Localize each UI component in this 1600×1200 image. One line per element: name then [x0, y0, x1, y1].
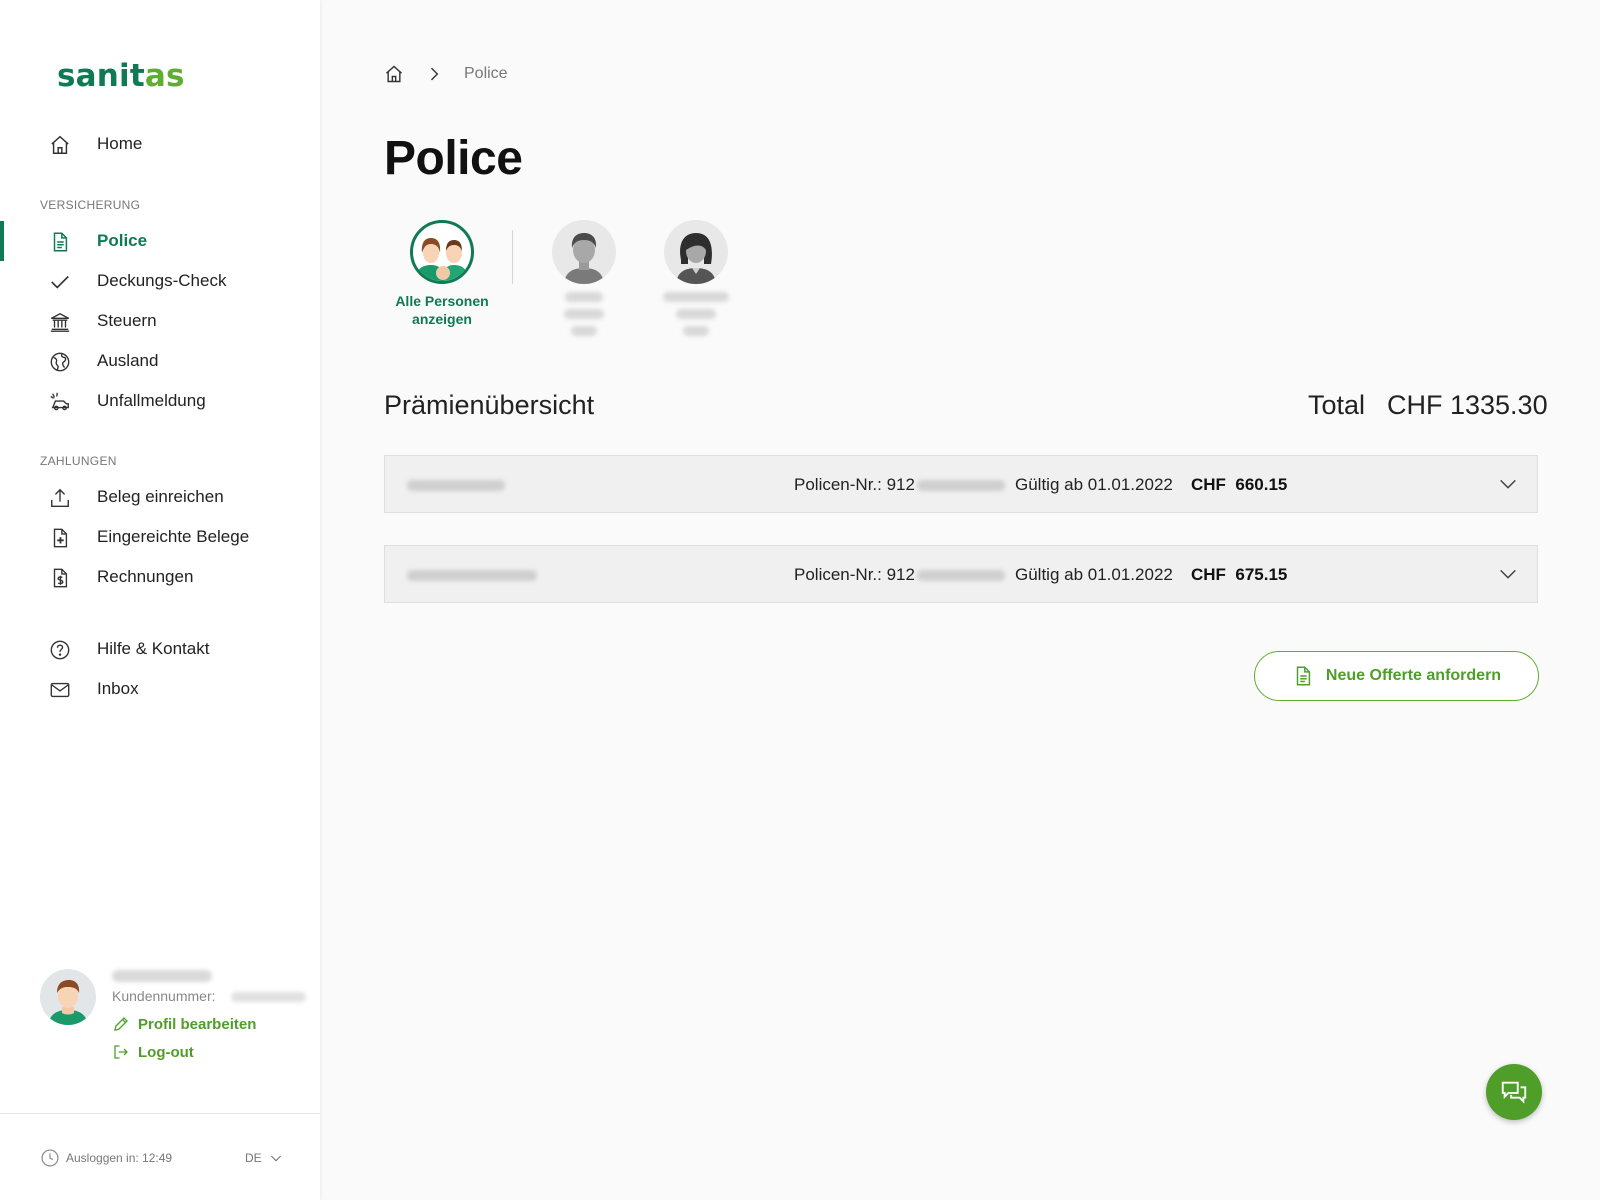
- invoice-icon: [48, 566, 72, 590]
- sidebar-item-beleg-einreichen[interactable]: Beleg einreichen: [0, 477, 320, 517]
- sidebar-item-label: Police: [97, 231, 148, 250]
- profile-name-redacted: [112, 970, 212, 982]
- logout-timer-text: Ausloggen in: 12:49: [66, 1151, 173, 1165]
- person-avatar: [664, 220, 728, 284]
- breadcrumb-current: Police: [464, 65, 508, 82]
- sidebar-item-police[interactable]: Police: [0, 221, 320, 261]
- sidebar-item-label: Home: [97, 134, 143, 153]
- mail-icon: [48, 678, 72, 702]
- person-name-redacted: [663, 292, 729, 336]
- page-title: Police: [384, 132, 523, 185]
- language-value: DE: [245, 1151, 262, 1165]
- logo-main: sanit: [57, 58, 145, 94]
- sanitas-logo[interactable]: sanitas: [57, 58, 185, 94]
- total-value: CHF 1335.30: [1387, 390, 1548, 420]
- premium-amount: CHF 675.15: [1191, 565, 1288, 584]
- customer-number-redacted: [231, 992, 306, 1002]
- chevron-down-icon: [270, 1155, 281, 1162]
- new-offer-label: Neue Offerte anfordern: [1325, 667, 1502, 684]
- policy-number: Policen-Nr.: 912: [794, 475, 1005, 495]
- clock-icon: [41, 1149, 59, 1167]
- person-name-redacted: [564, 292, 604, 336]
- bank-icon: [48, 310, 72, 334]
- policy-number-prefix: Policen-Nr.: 912: [794, 475, 915, 494]
- premium-row[interactable]: Policen-Nr.: 912 Gültig ab 01.01.2022 CH…: [384, 545, 1538, 603]
- sidebar-item-label: Rechnungen: [97, 567, 194, 586]
- sidebar-item-rechnungen[interactable]: Rechnungen: [0, 557, 320, 597]
- premium-row[interactable]: Policen-Nr.: 912 Gültig ab 01.01.2022 CH…: [384, 455, 1538, 513]
- male-avatar-icon: [564, 233, 604, 284]
- family-avatar: [410, 220, 474, 284]
- edit-profile-link[interactable]: Profil bearbeiten: [112, 1015, 256, 1033]
- sidebar-item-label: Eingereichte Belege: [97, 527, 250, 546]
- document-plus-icon: [48, 526, 72, 550]
- premium-overview-title: Prämienübersicht: [384, 390, 595, 420]
- avatar: [40, 969, 96, 1025]
- logo-accent: as: [144, 58, 185, 94]
- accident-icon: [48, 390, 72, 414]
- total-label: Total: [1308, 390, 1366, 420]
- user-avatar-icon: [48, 980, 88, 1025]
- person-all[interactable]: Alle Personen anzeigen: [384, 220, 500, 328]
- policy-number-prefix: Policen-Nr.: 912: [794, 565, 915, 584]
- person-female[interactable]: [663, 220, 729, 336]
- chevron-down-icon[interactable]: [1497, 563, 1519, 585]
- person-all-label: Alle Personen anzeigen: [395, 293, 489, 327]
- person-male[interactable]: [552, 220, 616, 336]
- chat-button[interactable]: [1486, 1064, 1542, 1120]
- pencil-icon: [114, 1017, 128, 1031]
- sidebar-item-ausland[interactable]: Ausland: [0, 341, 320, 381]
- edit-profile-label: Profil bearbeiten: [138, 1015, 257, 1033]
- policy-number-redacted: [916, 479, 1005, 491]
- premium-row-name-redacted: [407, 480, 505, 491]
- sidebar-item-label: Beleg einreichen: [97, 487, 224, 506]
- female-avatar-icon: [676, 233, 716, 284]
- customer-number-label: Kundennummer:: [112, 988, 216, 1004]
- logout-icon: [114, 1045, 128, 1059]
- policy-number-redacted: [916, 569, 1005, 581]
- logout-timer: Ausloggen in: 12:49: [40, 1148, 172, 1168]
- chevron-right-icon: [430, 67, 439, 81]
- sidebar-item-deckungs-check[interactable]: Deckungs-Check: [0, 261, 320, 301]
- home-icon[interactable]: [384, 64, 404, 84]
- globe-icon: [48, 350, 72, 374]
- sidebar-item-label: Deckungs-Check: [97, 271, 227, 290]
- valid-from: Gültig ab 01.01.2022: [1015, 475, 1173, 494]
- sidebar-item-label: Inbox: [97, 679, 139, 698]
- sidebar-item-label: Ausland: [97, 351, 159, 370]
- person-divider: [512, 230, 513, 284]
- person-avatar: [552, 220, 616, 284]
- policy-number: Policen-Nr.: 912: [794, 565, 1005, 585]
- upload-icon: [48, 486, 72, 510]
- premium-amount: CHF 660.15: [1191, 475, 1288, 494]
- sidebar-item-inbox[interactable]: Inbox: [0, 669, 320, 709]
- sidebar-item-label: Unfallmeldung: [97, 391, 206, 410]
- logout-link[interactable]: Log-out: [112, 1043, 194, 1061]
- breadcrumb: Police: [384, 64, 508, 84]
- premium-row-name-redacted: [407, 570, 537, 581]
- chevron-down-icon[interactable]: [1497, 473, 1519, 495]
- chat-icon: [1501, 1081, 1527, 1104]
- language-select[interactable]: DE: [245, 1150, 284, 1166]
- sidebar: sanitas Home VERSICHERUNG Police Deckung…: [0, 0, 320, 1200]
- section-label-versicherung: VERSICHERUNG: [40, 198, 141, 212]
- sidebar-item-home[interactable]: Home: [0, 124, 320, 164]
- home-icon: [48, 133, 72, 157]
- check-icon: [48, 270, 72, 294]
- document-icon: [48, 230, 72, 254]
- sidebar-item-unfallmeldung[interactable]: Unfallmeldung: [0, 381, 320, 421]
- new-offer-button[interactable]: Neue Offerte anfordern: [1254, 651, 1539, 701]
- sidebar-item-label: Steuern: [97, 311, 157, 330]
- section-label-zahlungen: ZAHLUNGEN: [40, 454, 117, 468]
- sidebar-item-eingereichte-belege[interactable]: Eingereichte Belege: [0, 517, 320, 557]
- help-icon: [48, 638, 72, 662]
- logout-label: Log-out: [138, 1043, 194, 1061]
- sidebar-item-steuern[interactable]: Steuern: [0, 301, 320, 341]
- document-icon: [1296, 666, 1311, 686]
- family-icon: [415, 238, 469, 281]
- valid-from: Gültig ab 01.01.2022: [1015, 565, 1173, 584]
- sidebar-item-hilfe-kontakt[interactable]: Hilfe & Kontakt: [0, 629, 320, 669]
- sidebar-footer: Ausloggen in: 12:49 DE: [0, 1113, 320, 1200]
- sidebar-item-label: Hilfe & Kontakt: [97, 639, 210, 658]
